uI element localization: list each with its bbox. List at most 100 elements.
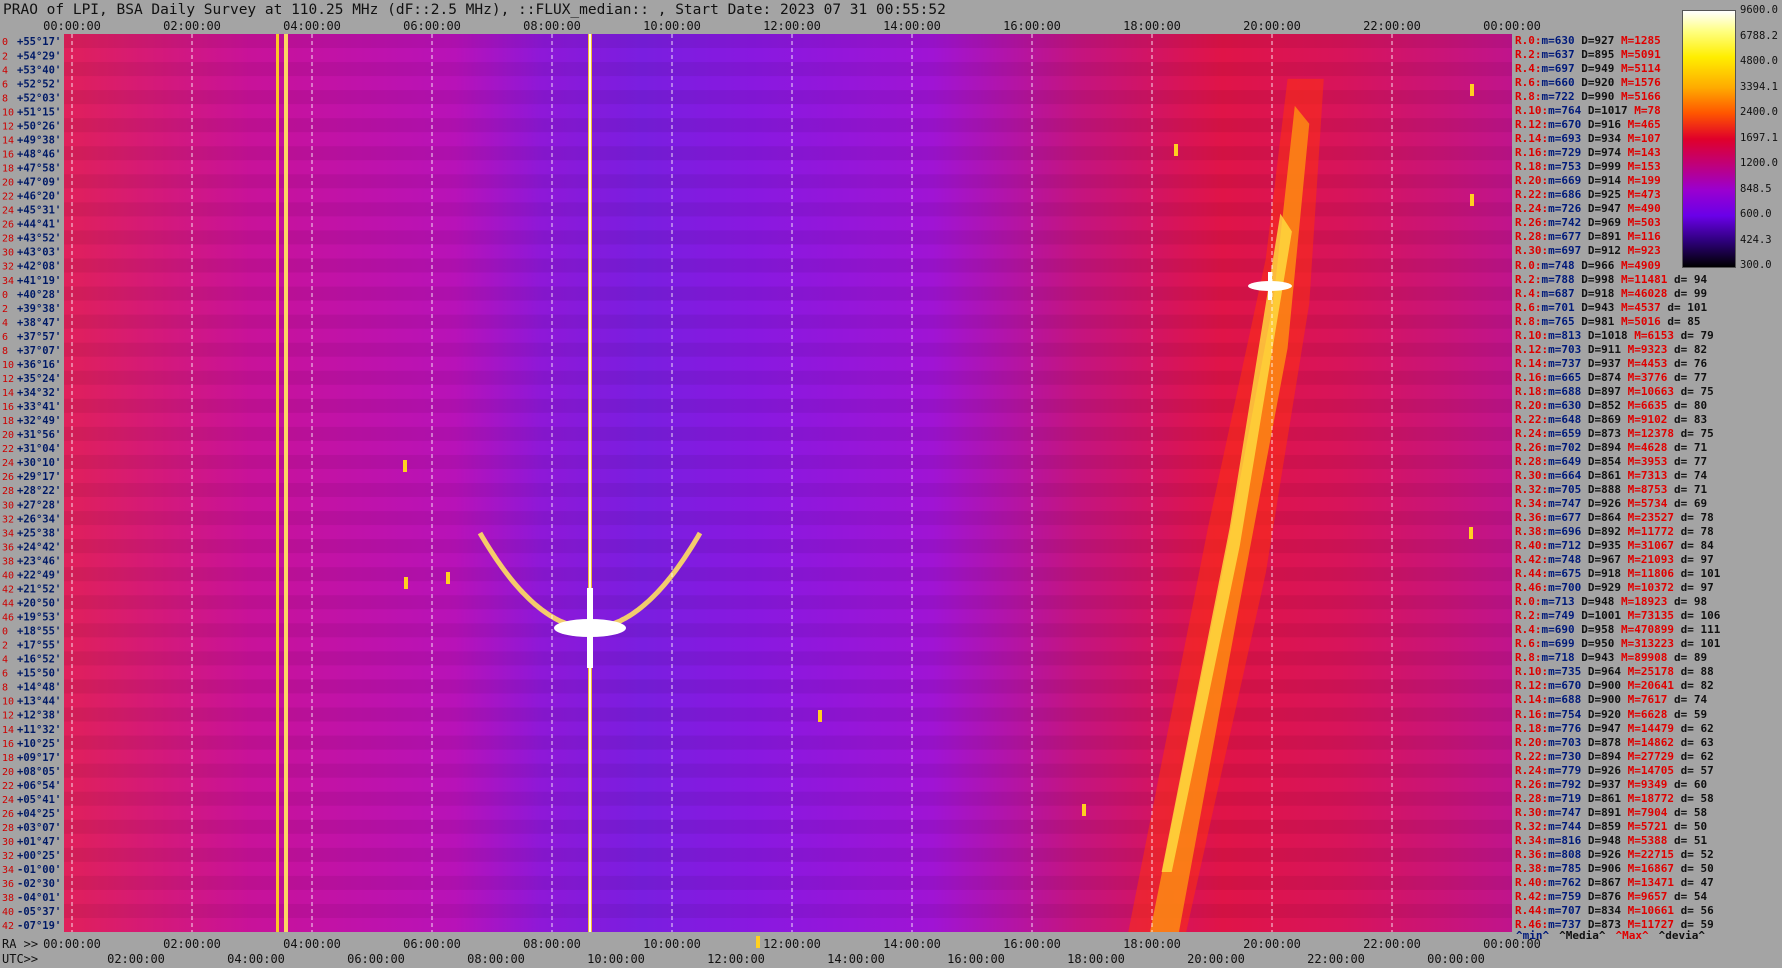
dec-label: +03°07' xyxy=(17,822,61,834)
stats-channel: R.28: xyxy=(1515,230,1549,244)
ra-axis-tick: 06:00:00 xyxy=(403,937,461,951)
noise-blip xyxy=(818,710,822,722)
stats-channel: R.2: xyxy=(1515,272,1542,286)
colorbar-tick: 1200.0 xyxy=(1740,157,1778,169)
stats-median: D=947 xyxy=(1581,721,1621,735)
stats-min: m=737 xyxy=(1548,356,1582,370)
stats-legend: ^min^ ^Media^ ^Max^ ^devia^ xyxy=(1516,929,1715,942)
stats-dev: d= 111 xyxy=(1673,623,1721,637)
stats-median: D=894 xyxy=(1581,440,1621,454)
noise-blip xyxy=(403,460,407,472)
stats-row: R.6:m=701 D=943 M=4537 d= 101 xyxy=(1515,301,1707,315)
stats-row: R.28:m=719 D=861 M=18772 d= 58 xyxy=(1515,792,1714,806)
beam-label: 24 xyxy=(2,458,14,469)
utc-axis-tick: 08:00:00 xyxy=(467,952,525,966)
dec-label: +46°20' xyxy=(17,191,61,203)
stats-median: D=1001 xyxy=(1574,609,1621,623)
stats-channel: R.30: xyxy=(1515,468,1549,482)
utc-axis-tick: 10:00:00 xyxy=(587,952,645,966)
top-axis-tick: 02:00:00 xyxy=(163,19,221,33)
beam-label: 36 xyxy=(2,542,14,553)
stats-median: D=867 xyxy=(1581,875,1621,889)
stats-min: m=788 xyxy=(1541,272,1575,286)
stats-max: M=473 xyxy=(1621,188,1661,202)
dec-label: +55°17' xyxy=(17,36,61,48)
stats-row: R.30:m=747 D=891 M=7904 d= 58 xyxy=(1515,806,1707,820)
stats-max: M=10663 xyxy=(1621,384,1674,398)
stats-max: M=5734 xyxy=(1621,497,1668,511)
stats-median: D=934 xyxy=(1581,132,1621,146)
stats-min: m=813 xyxy=(1548,328,1582,342)
beam-row xyxy=(64,454,1512,469)
interference-line xyxy=(276,34,279,932)
ra-axis-tick: 10:00:00 xyxy=(643,937,701,951)
stats-median: D=949 xyxy=(1574,62,1615,76)
dec-label: +15°50' xyxy=(17,668,61,680)
stats-max: M=46028 xyxy=(1614,286,1668,300)
dec-label: +33°41' xyxy=(17,401,61,413)
beam-label: 38 xyxy=(2,556,14,567)
top-axis-tick: 18:00:00 xyxy=(1123,19,1181,33)
stats-min: m=697 xyxy=(1541,62,1575,76)
dec-label: +04°25' xyxy=(17,808,61,820)
stats-max: M=3776 xyxy=(1621,370,1668,384)
stats-max: M=27729 xyxy=(1621,749,1674,763)
stats-row: R.6:m=699 D=950 M=313223 d= 101 xyxy=(1515,637,1720,651)
ra-axis-label: RA >> xyxy=(2,937,38,951)
stats-channel: R.12: xyxy=(1515,118,1549,132)
dec-label: -01°00' xyxy=(17,864,61,876)
beam-label: 44 xyxy=(2,598,14,609)
stats-row: R.20:m=630 D=852 M=6635 d= 80 xyxy=(1515,399,1707,413)
dec-label: +42°08' xyxy=(17,261,61,273)
top-axis-tick: 10:00:00 xyxy=(643,19,701,33)
stats-channel: R.2: xyxy=(1515,48,1542,62)
stats-median: D=894 xyxy=(1581,749,1621,763)
beam-label: 32 xyxy=(2,262,14,273)
stats-dev: d= 97 xyxy=(1673,553,1714,567)
stats-min: m=808 xyxy=(1548,847,1582,861)
stats-channel: R.18: xyxy=(1515,384,1549,398)
stats-channel: R.16: xyxy=(1515,707,1549,721)
dec-label: +47°58' xyxy=(17,163,61,175)
stats-min: m=660 xyxy=(1541,76,1575,90)
colorbar-tick: 600.0 xyxy=(1740,208,1772,220)
beam-row xyxy=(64,426,1512,441)
stats-dev: d= 59 xyxy=(1667,707,1708,721)
stats-channel: R.0: xyxy=(1515,34,1542,47)
stats-row: R.6:m=660 D=920 M=1576 xyxy=(1515,76,1661,90)
dec-label: +43°03' xyxy=(17,247,61,259)
dec-label: +28°22' xyxy=(17,485,61,497)
legend-min: ^min^ xyxy=(1516,929,1550,942)
stats-channel: R.14: xyxy=(1515,132,1549,146)
beam-label: 18 xyxy=(2,416,14,427)
beam-label: 30 xyxy=(2,837,14,848)
stats-dev: d= 85 xyxy=(1660,314,1701,328)
stats-max: M=20641 xyxy=(1621,679,1674,693)
stats-min: m=670 xyxy=(1548,679,1582,693)
dec-label: -04°01' xyxy=(17,892,61,904)
stats-median: D=990 xyxy=(1574,90,1615,104)
stats-min: m=792 xyxy=(1548,777,1582,791)
stats-row: R.18:m=776 D=947 M=14479 d= 62 xyxy=(1515,722,1714,736)
stats-min: m=688 xyxy=(1548,384,1582,398)
stats-median: D=864 xyxy=(1581,511,1621,525)
beam-row xyxy=(64,651,1512,666)
ra-axis-tick: 00:00:00 xyxy=(43,937,101,951)
stats-median: D=966 xyxy=(1574,258,1615,272)
beam-label: 12 xyxy=(2,711,14,722)
dec-label: -05°37' xyxy=(17,906,61,918)
stats-channel: R.24: xyxy=(1515,426,1549,440)
stats-dev: d= 50 xyxy=(1667,819,1708,833)
stats-dev: d= 74 xyxy=(1667,693,1708,707)
stats-channel: R.24: xyxy=(1515,202,1549,216)
stats-channel: R.0: xyxy=(1515,595,1542,609)
stats-median: D=948 xyxy=(1581,833,1621,847)
stats-row: R.0:m=713 D=948 M=18923 d= 98 xyxy=(1515,595,1707,609)
stats-channel: R.36: xyxy=(1515,511,1549,525)
interference-line xyxy=(284,34,288,932)
stats-max: M=9349 xyxy=(1621,777,1668,791)
beam-label: 40 xyxy=(2,907,14,918)
stats-channel: R.32: xyxy=(1515,819,1549,833)
stats-dev: d= 88 xyxy=(1673,665,1714,679)
dec-label: +12°38' xyxy=(17,710,61,722)
